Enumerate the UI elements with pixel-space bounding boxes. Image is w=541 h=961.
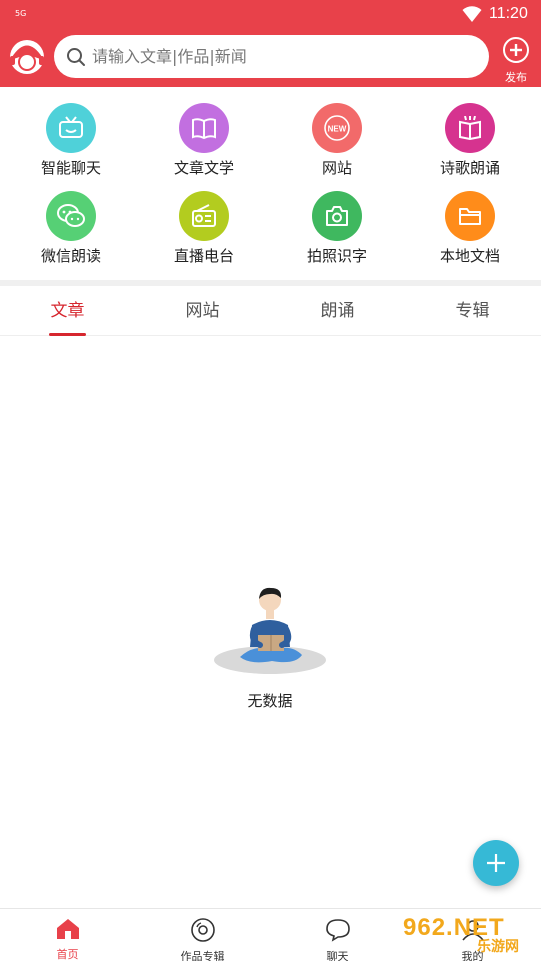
publish-button[interactable]: 发布 [499,36,533,84]
grid-item-local-docs[interactable]: 本地文档 [420,191,520,281]
content-tabs: 文章 网站 朗诵 专辑 [0,286,541,336]
grid-label: 本地文档 [439,247,500,265]
grid-label: 直播电台 [173,247,234,265]
tab-websites[interactable]: 网站 [135,286,270,336]
nav-chat[interactable]: 聊天 [270,909,405,961]
publish-label: 发布 [505,71,527,84]
camera-icon [312,191,362,241]
grid-item-wechat-read[interactable]: 微信朗读 [21,191,121,281]
tab-label: 网站 [185,301,220,321]
folder-icon [445,191,495,241]
tv-chat-icon [46,103,96,153]
wifi-icon [462,5,482,27]
add-circle-icon [499,36,533,68]
grid-item-poetry[interactable]: 诗歌朗诵 [420,103,520,193]
tab-recitation[interactable]: 朗诵 [270,286,405,336]
nav-label: 首页 [56,948,79,961]
home-icon [0,918,135,944]
nav-home[interactable]: 首页 [0,909,135,961]
grid-item-smart-chat[interactable]: 智能聊天 [21,103,121,193]
empty-state-illustration [214,587,326,674]
app-header: 5G 11:20 发布 [0,0,541,87]
tab-label: 专辑 [455,301,490,321]
tab-albums[interactable]: 专辑 [405,286,540,336]
search-icon [66,47,86,71]
grid-label: 微信朗读 [40,247,101,265]
signal-indicator: 5G [15,9,27,18]
grid-label: 智能聊天 [40,159,101,177]
grid-label: 诗歌朗诵 [439,159,500,177]
search-input[interactable] [92,35,477,78]
watermark-subtext: 乐游网 [477,939,519,955]
tab-articles[interactable]: 文章 [0,286,135,336]
grid-item-articles[interactable]: 文章文学 [154,103,254,193]
grid-label: 文章文学 [173,159,234,177]
site-watermark: 962.NET 乐游网 [403,914,539,958]
floating-add-button[interactable] [473,840,519,886]
active-tab-indicator [49,333,86,336]
empty-state-label: 无数据 [247,692,293,710]
grid-label: 拍照识字 [306,247,367,265]
grid-item-photo-ocr[interactable]: 拍照识字 [287,191,387,281]
poetry-book-icon [445,103,495,153]
feature-grid: 智能聊天 文章文学 NEW 网站 诗歌朗诵 微信朗读 直播电台 拍照识字 本地文… [0,87,541,280]
new-badge-icon: NEW [312,103,362,153]
user-avatar-icon[interactable] [8,38,46,76]
radio-icon [179,191,229,241]
empty-state: 无数据 [200,580,340,720]
tab-label: 文章 [50,301,85,321]
chat-bubble-icon [270,918,405,946]
tab-label: 朗诵 [320,301,355,321]
nav-label: 作品专辑 [180,950,225,961]
disc-icon [135,918,270,946]
search-bar[interactable] [54,35,489,78]
status-bar: 5G 11:20 [0,0,541,30]
grid-label: 网站 [321,159,352,177]
grid-item-website[interactable]: NEW 网站 [287,103,387,193]
nav-albums[interactable]: 作品专辑 [135,909,270,961]
wechat-icon [46,191,96,241]
book-icon [179,103,229,153]
clock: 11:20 [489,5,528,22]
nav-label: 聊天 [326,950,349,961]
plus-icon [487,854,505,872]
grid-item-radio[interactable]: 直播电台 [154,191,254,281]
svg-text:NEW: NEW [328,125,347,134]
